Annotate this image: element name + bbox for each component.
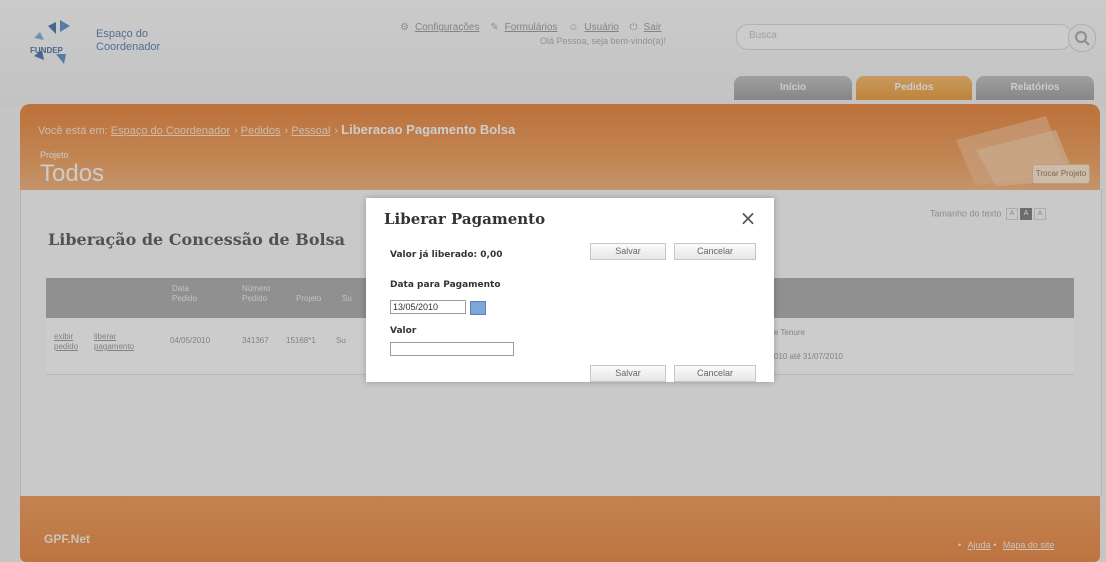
cancel-button-top[interactable]: Cancelar [674, 243, 756, 260]
calendar-icon[interactable] [470, 301, 486, 315]
valor-liberado-label: Valor já liberado: 0,00 [390, 250, 503, 260]
data-pagamento-field[interactable] [390, 300, 466, 314]
valor-field[interactable] [390, 342, 514, 356]
page: Espaço do Coordenador FUNDEP ⚙ Configuraç… [0, 0, 1106, 562]
data-pagamento-label: Data para Pagamento [390, 280, 501, 290]
dialog-title: Liberar Pagamento [384, 210, 546, 228]
save-button-top[interactable]: Salvar [590, 243, 666, 260]
cancel-button-bottom[interactable]: Cancelar [674, 365, 756, 382]
valor-label: Valor [390, 326, 417, 336]
liberar-pagamento-dialog: Liberar Pagamento × Valor já liberado: 0… [366, 198, 774, 382]
save-button-bottom[interactable]: Salvar [590, 365, 666, 382]
close-icon[interactable]: × [738, 208, 758, 228]
